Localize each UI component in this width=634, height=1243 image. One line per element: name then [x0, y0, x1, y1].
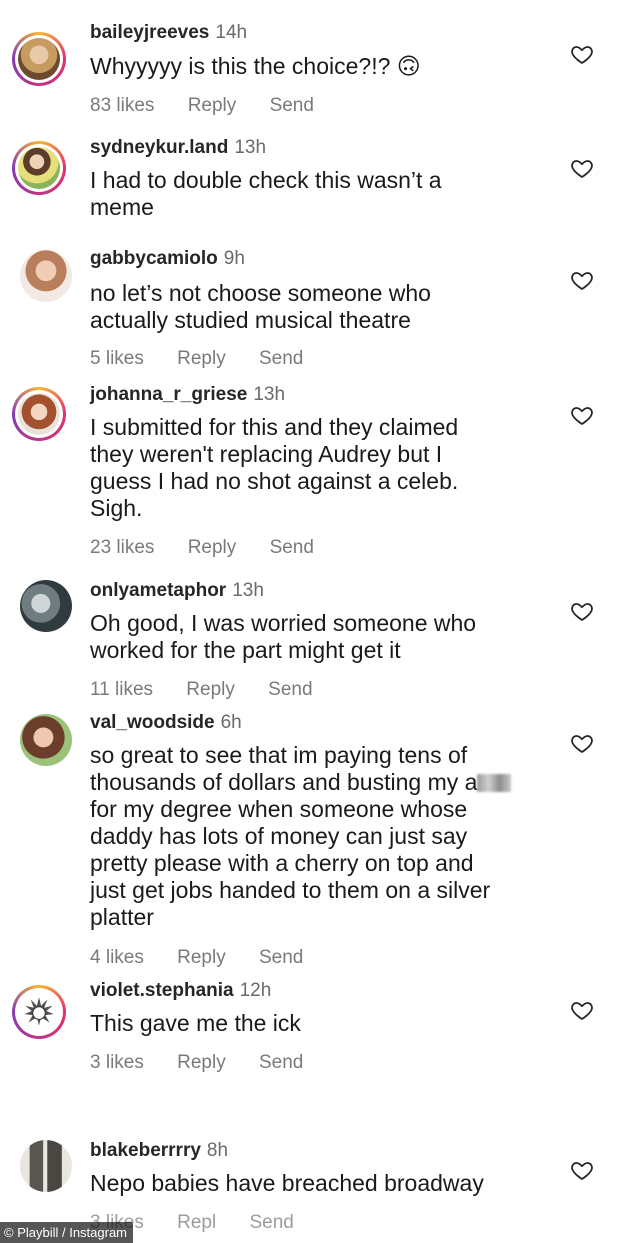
comment-text: Oh good, I was worried someone who worke… — [90, 610, 477, 663]
comment-actions: 3 likes Reply Send — [90, 1052, 303, 1074]
username-text[interactable]: blakeberrrry — [90, 1140, 201, 1161]
timestamp: 13h — [232, 580, 264, 601]
username-text[interactable]: violet.stephania — [90, 980, 234, 1001]
profile-photo — [18, 147, 60, 189]
comment-text-line: thousands of dollars and busting my a — [90, 769, 478, 795]
photo-credit: © Playbill / Instagram — [0, 1222, 134, 1243]
heart-icon[interactable] — [570, 731, 594, 755]
profile-photo — [18, 393, 60, 435]
profile-photo — [20, 714, 72, 766]
avatar[interactable] — [12, 32, 66, 86]
reply-button[interactable]: Reply — [188, 537, 237, 559]
send-button[interactable]: Send — [259, 348, 303, 370]
username[interactable]: violet.stephania 12h — [90, 980, 271, 1002]
timestamp: 12h — [239, 980, 272, 1001]
heart-icon[interactable] — [570, 42, 594, 66]
heart-icon[interactable] — [570, 998, 594, 1022]
username-text[interactable]: johanna_r_griese — [90, 384, 247, 405]
comment-text: no let’s not choose someone who actually… — [90, 280, 431, 333]
avatar[interactable] — [12, 387, 66, 441]
avatar[interactable] — [20, 250, 72, 302]
username-text[interactable]: gabbycamiolo — [90, 248, 218, 269]
send-button[interactable]: Send — [270, 537, 314, 559]
profile-photo — [18, 991, 60, 1033]
username[interactable]: gabbycamiolo 9h — [90, 248, 245, 270]
send-button[interactable]: Send — [259, 947, 303, 969]
timestamp: 13h — [253, 384, 286, 405]
heart-icon[interactable] — [570, 156, 594, 180]
likes-count[interactable]: 83 likes — [90, 95, 154, 117]
comment-text: Nepo babies have breached broadway — [90, 1170, 484, 1196]
comment-text: This gave me the ick — [90, 1010, 301, 1036]
username[interactable]: baileyjreeves 14h — [90, 22, 247, 44]
username[interactable]: blakeberrrry 8h — [90, 1140, 228, 1162]
heart-icon[interactable] — [570, 268, 594, 292]
send-button[interactable]: Send — [250, 1212, 294, 1234]
avatar[interactable] — [20, 580, 72, 632]
heart-icon[interactable] — [570, 599, 594, 623]
profile-photo — [20, 250, 72, 302]
heart-icon[interactable] — [570, 1158, 594, 1182]
send-button[interactable]: Send — [268, 679, 312, 701]
avatar[interactable] — [12, 985, 66, 1039]
avatar[interactable] — [12, 141, 66, 195]
comment-actions: 5 likes Reply Send — [90, 348, 303, 370]
reply-button[interactable]: Reply — [177, 947, 226, 969]
comment-actions: 11 likes Reply Send — [90, 679, 313, 701]
username[interactable]: onlyametaphor 13h — [90, 580, 264, 602]
timestamp: 9h — [223, 248, 245, 269]
timestamp: 6h — [220, 712, 242, 733]
reply-button[interactable]: Repl — [177, 1212, 216, 1234]
likes-count[interactable]: 11 likes — [90, 679, 153, 701]
username-text[interactable]: sydneykur.land — [90, 137, 228, 158]
heart-icon[interactable] — [570, 403, 594, 427]
send-button[interactable]: Send — [259, 1052, 303, 1074]
timestamp: 13h — [234, 137, 267, 158]
likes-count[interactable]: 23 likes — [90, 537, 154, 559]
comment-actions: 23 likes Reply Send — [90, 537, 314, 559]
profile-photo — [20, 580, 72, 632]
comment-actions: 83 likes Reply Send — [90, 95, 314, 117]
comment-text: Whyyyyy is this the choice?!? 🙃 — [90, 53, 421, 79]
comment-text-rest: for my degree when someone whose daddy h… — [90, 796, 491, 930]
comment-text-line: so great to see that im paying tens of — [90, 742, 468, 768]
likes-count[interactable]: 4 likes — [90, 947, 144, 969]
likes-count[interactable]: 5 likes — [90, 348, 144, 370]
username[interactable]: johanna_r_griese 13h — [90, 384, 285, 406]
reply-button[interactable]: Reply — [177, 1052, 226, 1074]
username[interactable]: sydneykur.land 13h — [90, 137, 266, 159]
avatar[interactable] — [20, 1140, 72, 1192]
reply-button[interactable]: Reply — [177, 348, 226, 370]
username-text[interactable]: val_woodside — [90, 712, 215, 733]
profile-photo — [20, 1140, 72, 1192]
timestamp: 8h — [206, 1140, 229, 1161]
comment-text: I had to double check this wasn’t a meme — [90, 167, 442, 220]
username[interactable]: val_woodside 6h — [90, 712, 242, 734]
reply-button[interactable]: Reply — [188, 95, 237, 117]
comment-actions: 4 likes Reply Send — [90, 947, 303, 969]
timestamp: 14h — [215, 22, 248, 43]
avatar[interactable] — [20, 714, 72, 766]
username-text[interactable]: onlyametaphor — [90, 580, 226, 601]
username-text[interactable]: baileyjreeves — [90, 22, 209, 43]
likes-count[interactable]: 3 likes — [90, 1052, 144, 1074]
comment-text: I submitted for this and they claimed th… — [90, 414, 459, 521]
send-button[interactable]: Send — [270, 95, 314, 117]
censor-blur — [477, 774, 512, 792]
reply-button[interactable]: Reply — [186, 679, 235, 701]
profile-photo — [18, 38, 60, 80]
comment-text: so great to see that im paying tens of t… — [90, 742, 550, 931]
